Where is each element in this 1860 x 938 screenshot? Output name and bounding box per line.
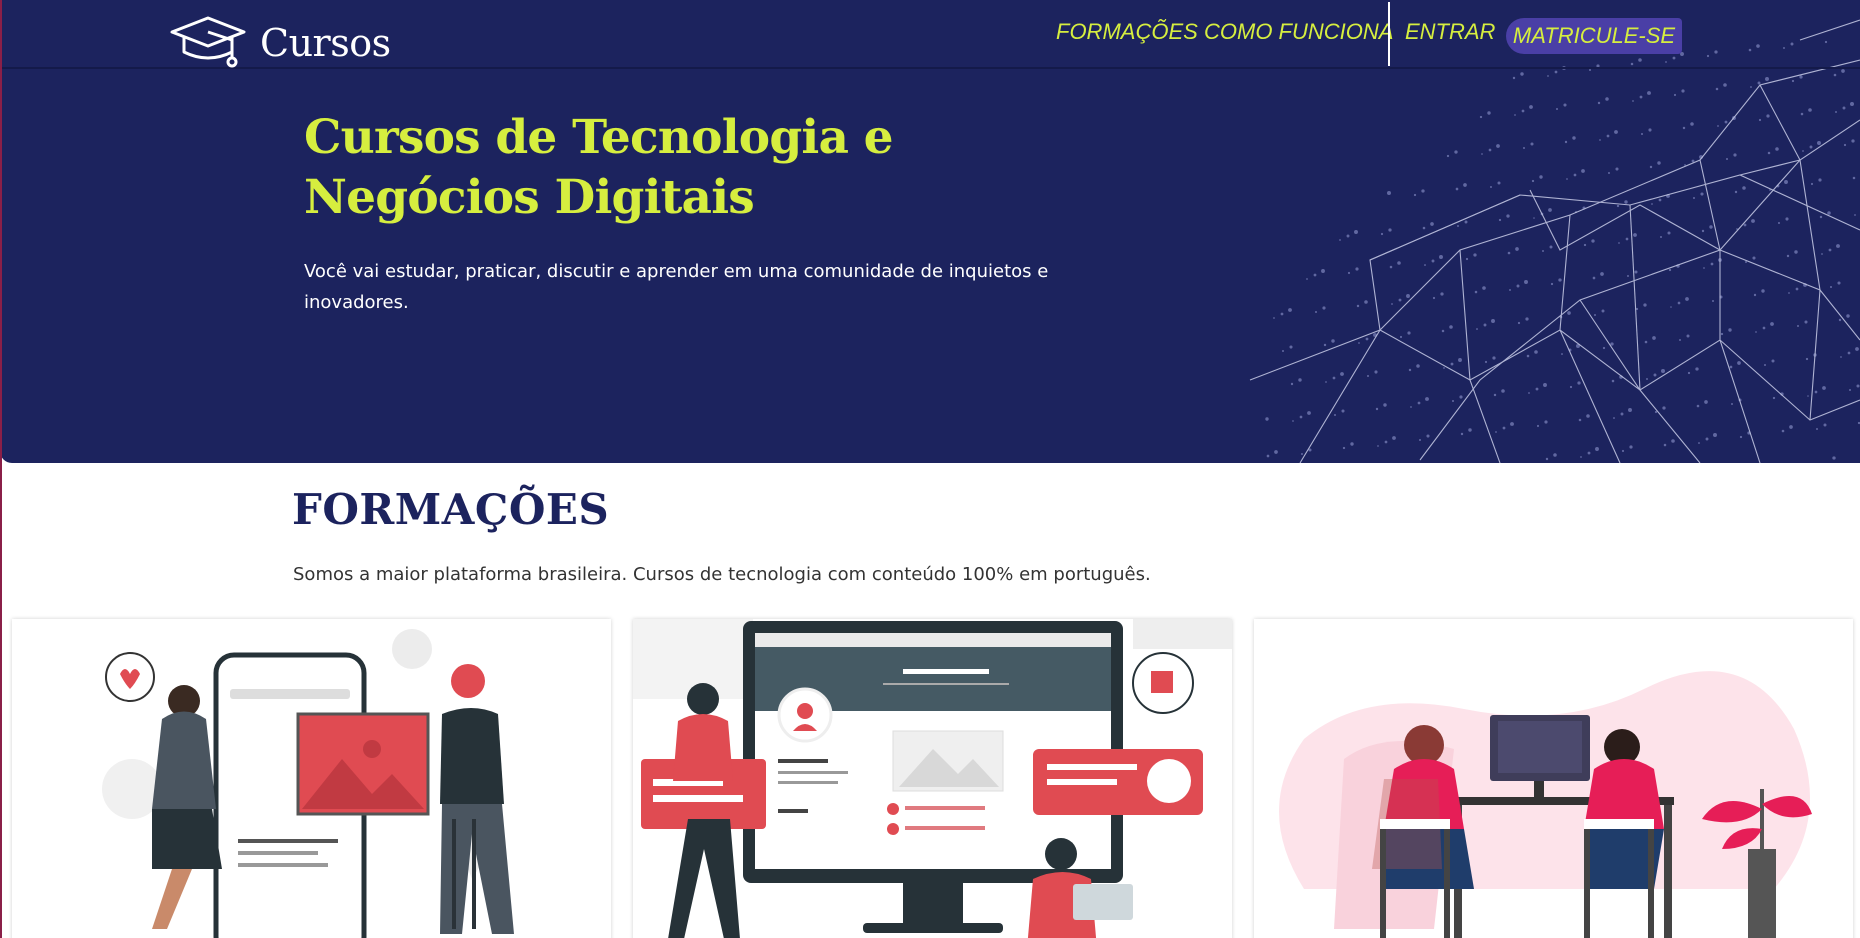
formacoes-title: FORMAÇÕES <box>292 485 610 534</box>
course-card-3[interactable] <box>1254 619 1853 938</box>
page-edge <box>0 0 2 938</box>
hero-subtitle-line-2: inovadores. <box>304 292 409 313</box>
network-mesh-graphic <box>1249 19 1860 463</box>
course-card-1[interactable] <box>12 619 611 938</box>
hero-subtitle: Você vai estudar, praticar, discutir e a… <box>304 256 1064 318</box>
top-navbar: Cursos FORMAÇÕES COMO FUNCIONA ENTRAR MA… <box>0 0 1860 69</box>
web-profile-illustration <box>633 619 1232 938</box>
social-media-illustration <box>102 629 514 938</box>
course-card-2[interactable] <box>633 619 1232 938</box>
hero-title-line-1: Cursos de Tecnologia e <box>304 110 894 165</box>
hero-title: Cursos de Tecnologia e Negócios Digitais <box>304 108 1064 228</box>
matricule-se-button[interactable]: MATRICULE-SE <box>1506 18 1682 54</box>
formacoes-description: Somos a maior plataforma brasileira. Cur… <box>293 564 1151 585</box>
nav-link-como-funciona[interactable]: COMO FUNCIONA <box>1204 19 1393 45</box>
hero-subtitle-line-1: Você vai estudar, praticar, discutir e a… <box>304 261 1049 282</box>
nav-divider <box>1388 2 1390 66</box>
hero-title-line-2: Negócios Digitais <box>304 170 755 225</box>
main-nav: FORMAÇÕES COMO FUNCIONA ENTRAR MATRICULE… <box>0 0 1860 69</box>
course-cards <box>12 619 1860 938</box>
nav-link-entrar[interactable]: ENTRAR <box>1405 19 1495 45</box>
hero-banner: Cursos FORMAÇÕES COMO FUNCIONA ENTRAR MA… <box>0 0 1860 463</box>
nav-link-formacoes[interactable]: FORMAÇÕES <box>1056 19 1198 45</box>
teamwork-computer-illustration <box>1279 671 1812 938</box>
